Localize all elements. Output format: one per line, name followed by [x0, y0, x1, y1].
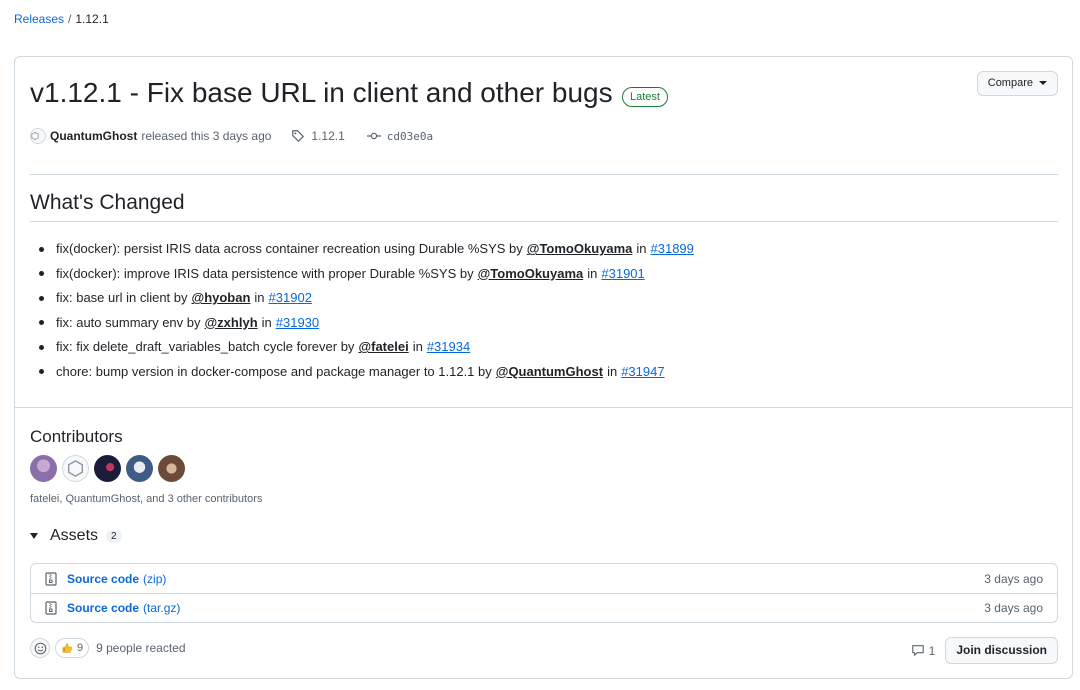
avatar[interactable]: [30, 455, 57, 482]
release-title: v1.12.1 - Fix base URL in client and oth…: [30, 77, 613, 108]
list-item: fix: fix delete_draft_variables_batch cy…: [39, 335, 694, 360]
change-in: in: [587, 265, 598, 281]
avatar[interactable]: [158, 455, 185, 482]
comment-count-label: 1: [928, 643, 936, 658]
user-link[interactable]: @QuantumGhost: [496, 362, 603, 382]
latest-badge: Latest: [622, 87, 668, 107]
tag-label: 1.12.1: [311, 129, 345, 143]
user-link[interactable]: @TomoOkuyama: [478, 264, 584, 284]
breadcrumb: Releases /1.12.1: [14, 12, 109, 26]
assets-heading: Assets: [50, 527, 99, 544]
smiley-icon: [34, 642, 46, 654]
contributors-heading: Contributors: [30, 427, 123, 446]
avatar[interactable]: [62, 455, 89, 482]
change-text: fix(docker): improve IRIS data persisten…: [56, 265, 474, 281]
release-meta: QuantumGhost released this 3 days ago 1.…: [30, 128, 433, 144]
pr-link[interactable]: #31899: [651, 239, 694, 259]
avatar[interactable]: [126, 455, 153, 482]
commit-hash: cd03e0a: [386, 129, 434, 143]
author-link[interactable]: QuantumGhost: [50, 129, 137, 143]
tag-icon: [292, 130, 305, 142]
whats-changed-heading: What's Changed: [30, 191, 185, 214]
list-item: chore: bump version in docker-compose an…: [39, 360, 694, 385]
changes-list: fix(docker): persist IRIS data across co…: [39, 237, 694, 384]
comment-count[interactable]: 1: [911, 643, 936, 658]
change-in: in: [261, 314, 272, 330]
asset-row[interactable]: Source code (zip) 3 days ago: [31, 564, 1057, 593]
asset-name[interactable]: Source code: [67, 572, 139, 586]
compare-button[interactable]: Compare: [976, 71, 1058, 96]
divider: [30, 174, 1058, 175]
join-discussion-button[interactable]: Join discussion: [945, 637, 1058, 664]
pr-link[interactable]: #31930: [276, 313, 319, 333]
thumbs-up-icon: [62, 643, 73, 653]
change-text: fix: fix delete_draft_variables_batch cy…: [56, 339, 355, 355]
user-link[interactable]: @fatelei: [358, 337, 408, 357]
list-item: fix: base url in client by @hyoban in #3190…: [39, 286, 694, 311]
chevron-down-icon: [1039, 81, 1047, 86]
contributors-summary: fatelei, QuantumGhost, and 3 other contr…: [30, 493, 263, 505]
file-zip-icon: [45, 571, 57, 586]
commit-icon: [366, 132, 381, 140]
pr-link[interactable]: #31901: [601, 264, 644, 284]
change-text: fix: auto summary env by: [56, 314, 201, 330]
asset-row[interactable]: Source code (tar.gz) 3 days ago: [31, 593, 1057, 622]
breadcrumb-current: 1.12.1: [75, 12, 109, 26]
change-in: in: [412, 339, 423, 355]
compare-label: Compare: [987, 77, 1033, 89]
change-in: in: [254, 290, 265, 306]
file-zip-icon: [45, 601, 57, 615]
list-item: fix: auto summary env by @zxhlyh in #31930: [39, 311, 694, 336]
breadcrumb-releases-link[interactable]: Releases: [14, 12, 64, 26]
change-text: chore: bump version in docker-compose an…: [56, 363, 492, 379]
change-text: fix(docker): persist IRIS data across co…: [56, 241, 523, 257]
thumbs-up-count: 9: [77, 642, 84, 654]
asset-ext: (tar.gz): [143, 601, 181, 615]
breadcrumb-separator: /: [68, 12, 72, 26]
author-avatar[interactable]: [30, 128, 46, 144]
asset-date: 3 days ago: [984, 571, 1043, 586]
heading-underline: [30, 221, 1058, 222]
tag-link[interactable]: 1.12.1: [291, 129, 345, 143]
change-in: in: [636, 241, 647, 257]
thumbs-up-reaction[interactable]: 9: [55, 638, 90, 658]
asset-date: 3 days ago: [984, 601, 1043, 615]
assets-count-badge: 2: [106, 529, 122, 543]
asset-ext: (zip): [143, 571, 167, 586]
comment-icon: [911, 645, 924, 656]
list-item: fix(docker): improve IRIS data persisten…: [39, 262, 694, 287]
add-reaction-button[interactable]: [30, 638, 50, 658]
avatar[interactable]: [94, 455, 121, 482]
pr-link[interactable]: #31947: [621, 362, 664, 382]
change-text: fix: base url in client by: [56, 290, 188, 306]
pr-link[interactable]: #31934: [427, 337, 470, 357]
change-in: in: [607, 363, 618, 379]
reactions-summary: 9 people reacted: [96, 641, 186, 655]
assets-toggle[interactable]: Assets 2: [30, 527, 122, 545]
discussion-area: 1 Join discussion: [911, 637, 1058, 664]
commit-link[interactable]: cd03e0a: [366, 129, 434, 143]
pr-link[interactable]: #31902: [269, 288, 312, 308]
user-link[interactable]: @zxhlyh: [205, 313, 258, 333]
user-link[interactable]: @hyoban: [192, 288, 251, 308]
release-card: v1.12.1 - Fix base URL in client and oth…: [14, 56, 1073, 679]
list-item: fix(docker): persist IRIS data across co…: [39, 237, 694, 262]
user-link[interactable]: @TomoOkuyama: [527, 239, 633, 259]
reactions-bar: 9 9 people reacted: [30, 638, 186, 658]
section-divider: [15, 407, 1072, 408]
contributor-avatars: [30, 455, 185, 482]
hexagon-icon: [31, 131, 39, 141]
released-text: released this 3 days ago: [141, 129, 272, 143]
assets-list: Source code (zip) 3 days ago Source code…: [30, 563, 1058, 623]
hexagon-icon: [68, 460, 83, 477]
asset-name[interactable]: Source code: [67, 601, 139, 615]
triangle-down-icon: [30, 533, 38, 539]
